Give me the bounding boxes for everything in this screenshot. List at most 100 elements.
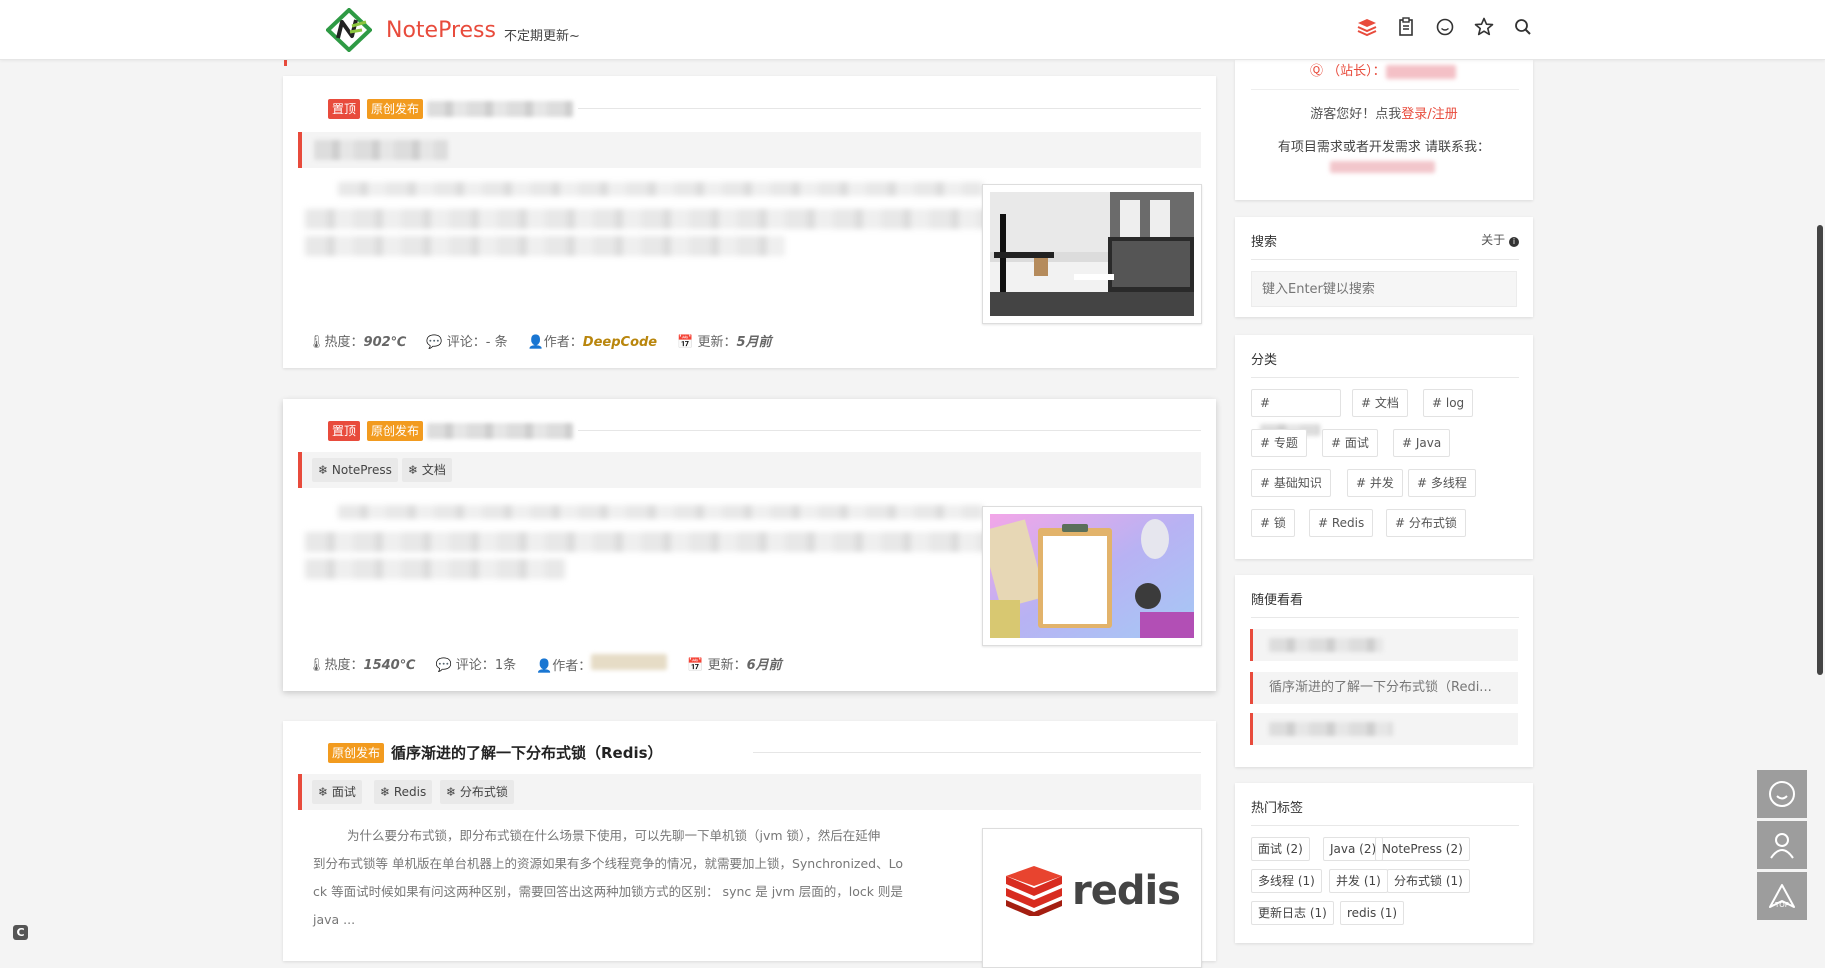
category-tag[interactable]: # 专题: [1251, 429, 1307, 457]
clipboard-icon[interactable]: [1395, 16, 1417, 38]
header-nav: [1356, 16, 1534, 38]
category-tag[interactable]: # Redis: [1309, 509, 1374, 537]
post-card[interactable]: 置顶 原创发布 ❄ NotePress ❄ 文档 🌡热度：1540℃ 💬 评论：…: [283, 399, 1216, 691]
post-tag[interactable]: ❄ Redis: [374, 780, 433, 804]
tag-redacted[interactable]: [314, 140, 448, 160]
badge-top: 置顶: [328, 99, 361, 119]
author-redacted[interactable]: [591, 654, 668, 670]
post-tag-bar: ❄ NotePress ❄ 文档: [298, 452, 1201, 488]
post-thumbnail[interactable]: [980, 506, 1202, 646]
back-to-top-button[interactable]: TOP: [1757, 872, 1807, 920]
search-card: 搜索 关于 i: [1235, 217, 1533, 317]
thermometer-icon: 🌡: [308, 658, 325, 673]
heat-stat: 🌡热度：902℃: [308, 335, 407, 350]
about-link[interactable]: 关于 i: [1481, 231, 1519, 248]
post-title-redacted[interactable]: [427, 423, 573, 439]
post-tag-bar: [298, 132, 1201, 168]
update-stat: 📅 更新：6月前: [687, 658, 782, 673]
smile-icon: [1769, 781, 1795, 807]
hot-tag[interactable]: 更新日志 (1): [1251, 901, 1334, 925]
category-tag[interactable]: # log: [1423, 389, 1474, 417]
c-badge-icon[interactable]: C: [13, 925, 28, 940]
post-tag[interactable]: ❄ NotePress: [312, 458, 398, 482]
star-icon[interactable]: [1473, 16, 1495, 38]
contact-line: 有项目需求或者开发需求 请联系我：: [1277, 140, 1491, 155]
user-icon: [1770, 833, 1794, 859]
register-link[interactable]: 注册: [1432, 107, 1458, 122]
page-scrollbar[interactable]: [1817, 225, 1823, 675]
brand-name[interactable]: NotePress: [386, 18, 496, 43]
post-tag[interactable]: ❄ 分布式锁: [440, 780, 514, 804]
category-tag[interactable]: #: [1251, 389, 1341, 436]
post-title[interactable]: 循序渐进的了解一下分布式锁（Redis）: [391, 742, 663, 763]
calendar-icon: 📅: [677, 335, 694, 350]
post-tag[interactable]: ❄ 面试: [312, 780, 362, 804]
category-tag[interactable]: # 并发: [1347, 469, 1403, 497]
user-card: Ⓠ （站长）： 游客您好！点我登录/注册 有项目需求或者开发需求 请联系我：: [1235, 60, 1533, 200]
badge-original: 原创发布: [367, 99, 424, 119]
float-chat-button[interactable]: [1757, 770, 1807, 818]
thermometer-icon: 🌡: [308, 335, 325, 350]
accent-mark: [284, 60, 287, 66]
post-tag-bar: ❄ 面试 ❄ Redis ❄ 分布式锁: [298, 774, 1201, 810]
comment-stat[interactable]: 💬 评论：1条: [435, 654, 516, 674]
random-item[interactable]: [1250, 629, 1518, 661]
user-icon: 👤: [527, 335, 544, 350]
author-stat[interactable]: 👤作者：: [536, 654, 668, 674]
category-tag[interactable]: # 多线程: [1408, 469, 1476, 497]
search-input[interactable]: [1251, 271, 1517, 307]
category-tag[interactable]: # Java: [1393, 429, 1451, 457]
post-thumbnail[interactable]: redis: [982, 828, 1202, 968]
category-tag[interactable]: # 分布式锁: [1386, 509, 1466, 537]
post-title-redacted[interactable]: [427, 101, 573, 117]
qq-icon: Ⓠ: [1310, 64, 1324, 79]
category-card: 分类 # # 文档 # log # 专题 # 面试 # Java # 基础知识 …: [1235, 335, 1533, 559]
random-item[interactable]: [1250, 713, 1518, 745]
author-stat[interactable]: 👤作者：DeepCode: [528, 331, 658, 350]
user-icon: 👤: [536, 659, 553, 674]
hot-tags-title: 热门标签: [1251, 801, 1304, 816]
float-user-button[interactable]: [1757, 821, 1807, 869]
hot-tag[interactable]: 并发 (1): [1329, 869, 1388, 893]
calendar-icon: 📅: [687, 658, 704, 673]
post-meta: 🌡热度：1540℃ 💬 评论：1条 👤作者： 📅 更新：6月前: [308, 654, 782, 674]
hot-tags-card: 热门标签 面试 (2) Java (2) NotePress (2) 多线程 (…: [1235, 783, 1533, 943]
hot-tag[interactable]: NotePress (2): [1375, 837, 1470, 861]
post-card[interactable]: 置顶 原创发布 🌡热度：902℃ 💬 评论：- 条 👤作者：DeepCode 📅…: [283, 76, 1216, 368]
hot-tag[interactable]: 多线程 (1): [1251, 869, 1322, 893]
redis-wordmark: redis: [1071, 868, 1181, 914]
hot-tag[interactable]: 分布式锁 (1): [1387, 869, 1470, 893]
search-title: 搜索: [1251, 235, 1278, 250]
heat-stat: 🌡热度：1540℃: [308, 658, 416, 673]
post-tag[interactable]: ❄ 文档: [402, 458, 452, 482]
redis-logo-icon: [1005, 866, 1062, 916]
random-item[interactable]: 循序渐进的了解一下分布式锁（Redi...: [1250, 672, 1518, 704]
category-title: 分类: [1251, 353, 1278, 368]
post-excerpt: 为什么要分布式锁，即分布式锁在什么场景下使用，可以先聊一下单机锁（jvm 锁），…: [313, 828, 904, 927]
site-logo[interactable]: [326, 8, 372, 52]
comment-icon: 💬: [435, 658, 452, 673]
random-card: 随便看看 循序渐进的了解一下分布式锁（Redi...: [1235, 575, 1533, 767]
post-thumbnail[interactable]: [982, 184, 1202, 324]
update-stat: 📅 更新：5月前: [677, 335, 772, 350]
search-icon[interactable]: [1512, 16, 1534, 38]
random-title: 随便看看: [1251, 593, 1304, 608]
login-link[interactable]: 登录: [1401, 107, 1427, 122]
category-tag[interactable]: # 面试: [1322, 429, 1378, 457]
info-icon: i: [1509, 237, 1519, 247]
comment-icon: 💬: [426, 335, 443, 350]
contact-redacted: [1330, 161, 1435, 173]
comment-stat[interactable]: 💬 评论：- 条: [426, 331, 507, 350]
badge-original: 原创发布: [328, 743, 385, 763]
site-slogan: 不定期更新~: [504, 29, 580, 44]
post-card[interactable]: 原创发布 循序渐进的了解一下分布式锁（Redis） ❄ 面试 ❄ Redis ❄…: [283, 721, 1216, 968]
badge-top: 置顶: [328, 421, 361, 441]
category-tag[interactable]: # 基础知识: [1251, 469, 1331, 497]
smile-icon[interactable]: [1434, 16, 1456, 38]
layers-icon[interactable]: [1356, 16, 1378, 38]
hot-tag[interactable]: 面试 (2): [1251, 837, 1310, 861]
hot-tag[interactable]: redis (1): [1340, 901, 1405, 925]
category-tag[interactable]: # 文档: [1352, 389, 1408, 417]
category-tag[interactable]: # 锁: [1251, 509, 1295, 537]
owner-line: Ⓠ （站长）：: [1310, 60, 1456, 79]
